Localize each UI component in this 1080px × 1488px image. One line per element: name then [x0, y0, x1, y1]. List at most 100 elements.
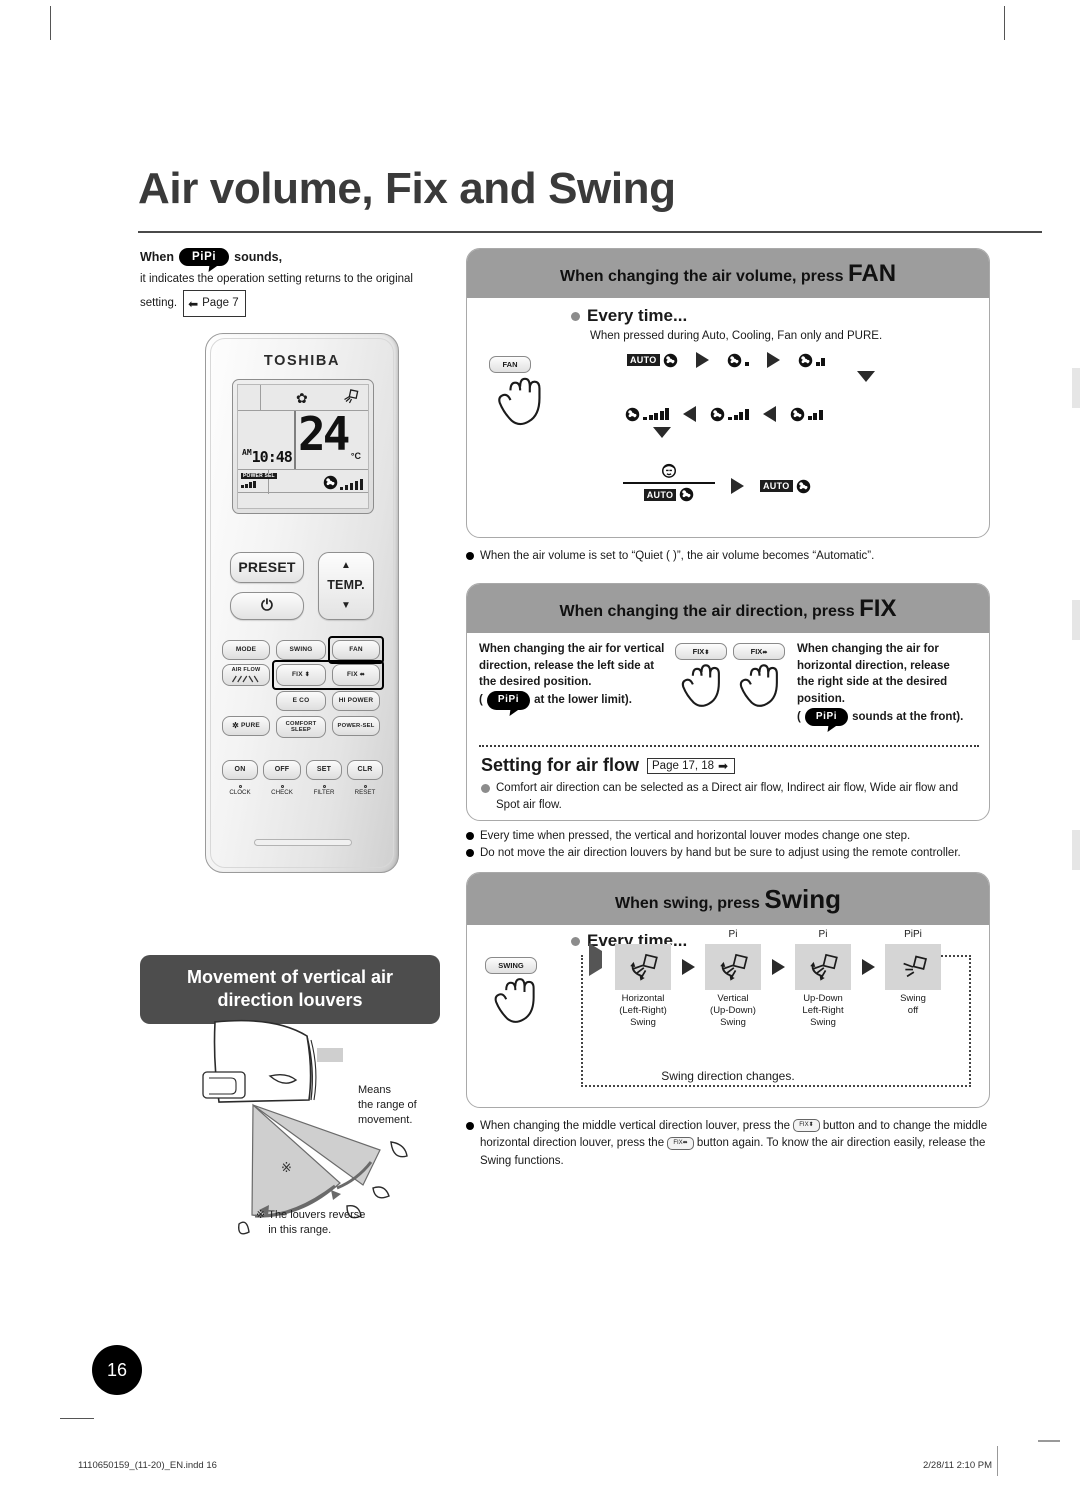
fix-vertical-button-inline-icon: FIX⬍	[793, 1119, 820, 1133]
fix-section: When changing the air direction, press F…	[466, 583, 990, 821]
power-button[interactable]: ⏻	[230, 592, 304, 620]
preset-button[interactable]: PRESET	[230, 552, 304, 583]
on-button[interactable]: ON	[222, 760, 258, 780]
fan-bars	[807, 409, 823, 420]
mode-button[interactable]: MODE	[222, 640, 270, 660]
temp-up-icon[interactable]: ▲	[341, 561, 351, 571]
fix-header-text: When changing the air direction, press	[559, 603, 855, 620]
swing-step: Horizontal (Left-Right) Swing	[615, 929, 671, 1029]
title-divider	[138, 231, 1042, 233]
crop-mark-bottom-right	[1038, 1440, 1060, 1442]
reset-sublabel: RESET	[344, 785, 386, 796]
eco-button[interactable]: E CO	[276, 691, 326, 711]
remote-control-illustration: TOSHIBA ✿ AM10:48 24 °C POWER SEL PRESET…	[205, 333, 399, 873]
lcd-power-sel-indicator: POWER SEL	[241, 473, 277, 488]
fan-wheel-icon	[790, 407, 804, 421]
lcd-fan-bars	[339, 479, 363, 490]
fan-auto-under: AUTO	[643, 487, 695, 502]
manual-page: Air volume, Fix and Swing When PiPi soun…	[0, 0, 1080, 1488]
fan-wheel-icon	[625, 407, 640, 421]
swing-step-label: Vertical (Up-Down) Swing	[710, 993, 756, 1028]
off-button[interactable]: OFF	[263, 760, 301, 780]
swing-caption: Swing direction changes.	[661, 1069, 795, 1083]
page-edge-tab	[1072, 830, 1080, 870]
bullet-icon	[571, 311, 580, 321]
fan-header-key: FAN	[848, 260, 897, 287]
arrow-right-icon	[851, 959, 885, 975]
swing-steps: Horizontal (Left-Right) Swing Pi Vertica…	[615, 929, 941, 1029]
section-dotted-divider	[479, 745, 979, 747]
swing-button[interactable]: SWING	[276, 640, 326, 660]
swing-press-illustration[interactable]: SWING	[485, 957, 537, 1039]
fix-vertical-press[interactable]: FIX⬍	[675, 643, 727, 723]
fix-header-key: FIX	[859, 595, 897, 622]
lcd-temperature: 24	[298, 407, 350, 461]
clr-button[interactable]: CLR	[347, 760, 383, 780]
lcd-temp-unit: °C	[350, 451, 361, 461]
hand-pointer-icon	[498, 377, 541, 426]
fan-step-2	[798, 353, 826, 368]
fan-step-quiet-over-auto: AUTO	[623, 460, 715, 502]
reverse-mark-icon: ※	[256, 1209, 266, 1221]
fan-bars	[643, 407, 669, 420]
check-sublabel: CHECK	[261, 785, 303, 796]
swing-step-label: Horizontal (Left-Right) Swing	[619, 993, 667, 1028]
movement-legend: Means the range of movement.	[358, 1084, 417, 1126]
bullet-icon	[466, 552, 474, 560]
swing-step-label: Up-Down Left-Right Swing	[802, 993, 844, 1028]
swing-loop-right	[969, 955, 971, 1087]
hand-pointer-icon	[494, 978, 535, 1023]
pipi-body-line2: setting.	[140, 297, 178, 310]
crop-mark-bottom-left	[60, 1418, 94, 1419]
fix-horizontal-press[interactable]: FIX⬌	[733, 643, 785, 723]
air-flow-button[interactable]: AIR FLOW	[222, 664, 270, 686]
reset-hole-icon	[363, 785, 367, 788]
page-reference-7[interactable]: ⬅ Page 7	[183, 290, 246, 317]
hi-power-button[interactable]: HI POWER	[332, 691, 380, 711]
temp-button[interactable]: ▲ TEMP. ▼	[318, 552, 374, 620]
pipi-prefix: When	[140, 250, 175, 264]
fix-left-text: When changing the air for vertical direc…	[479, 641, 669, 710]
fan-wheel-icon	[663, 353, 677, 367]
air-flow-subsection: Setting for air flow Page 17, 18 ➡ Comfo…	[481, 755, 981, 813]
fix-press-illustration: FIX⬍ FIX⬌	[675, 643, 785, 723]
set-button[interactable]: SET	[306, 760, 342, 780]
pure-button[interactable]: ✲ PURE	[222, 716, 270, 736]
fan-step-3	[790, 407, 823, 422]
hand-pointer-icon	[739, 664, 778, 707]
fan-step-auto: AUTO	[627, 353, 678, 368]
swing-step: PiPi Swing off	[885, 929, 941, 1017]
arrow-right-icon	[731, 478, 744, 494]
fan-press-illustration[interactable]: FAN	[489, 356, 541, 442]
lcd-divider-2	[294, 411, 296, 469]
swing-step-sound: Pi	[818, 929, 828, 940]
temp-down-icon[interactable]: ▼	[341, 600, 351, 611]
filter-hole-icon	[322, 785, 326, 788]
lcd-power-bars	[241, 481, 277, 488]
pure-gear-icon: ✲	[232, 720, 240, 730]
swing-step: Pi Vertical (Up-Down) Swing	[705, 929, 761, 1029]
crop-mark-top-left	[50, 6, 51, 40]
lcd-power-sel-label: POWER SEL	[241, 473, 277, 479]
arrow-right-icon	[695, 352, 709, 368]
fan-sequence-row-2	[625, 406, 823, 422]
bottom-note: When changing the middle vertical direct…	[466, 1118, 996, 1170]
page-reference-17-18[interactable]: Page 17, 18 ➡	[647, 757, 736, 774]
fan-step-auto-end: AUTO	[760, 479, 811, 494]
page-reference-label: Page 7	[202, 297, 239, 310]
pipi-note: When PiPi sounds, it indicates the opera…	[140, 248, 440, 317]
fan-step-5	[625, 407, 669, 422]
footer-file-name: 1110650159_(11-20)_EN.indd 16	[78, 1460, 217, 1471]
power-sel-button[interactable]: POWER-SEL	[332, 716, 380, 736]
air-flow-louver-icon	[231, 675, 259, 682]
swing-step-sound: Pi	[728, 929, 738, 940]
bullet-icon	[466, 1122, 474, 1130]
louver-reverse-note: ※ The louvers reverse in this range.	[256, 1209, 366, 1236]
fan-header-text: When changing the air volume, press	[559, 268, 844, 285]
lcd-bottom-row: POWER SEL	[238, 469, 368, 494]
arrow-right-icon: ➡	[718, 758, 729, 773]
fix-buttons-highlight	[272, 660, 384, 690]
fan-sequence-row-1: AUTO	[627, 352, 826, 368]
comfort-sleep-button[interactable]: COMFORT SLEEP	[276, 716, 326, 738]
crop-mark-top-right	[1004, 6, 1005, 40]
